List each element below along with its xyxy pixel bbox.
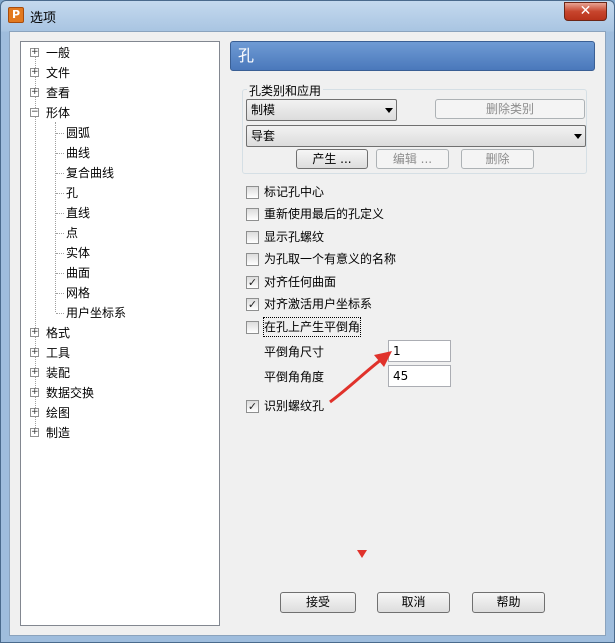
options-dialog: P 选项 ✕ + 一般 + 文件 + 查看 − 形体 圆弧 曲线 复合曲线 孔 … xyxy=(0,0,615,643)
tree-connector xyxy=(55,122,56,312)
collapse-icon[interactable]: − xyxy=(30,108,39,117)
tree-item-label: 点 xyxy=(66,226,79,240)
checkmark-icon[interactable]: ✓ xyxy=(246,276,259,289)
expand-icon[interactable]: + xyxy=(30,88,39,97)
options-tree[interactable]: + 一般 + 文件 + 查看 − 形体 圆弧 曲线 复合曲线 孔 直线 点 实体… xyxy=(20,41,220,626)
expand-icon[interactable]: + xyxy=(30,368,39,377)
tree-connector xyxy=(56,253,64,254)
checkbox-box[interactable] xyxy=(246,253,259,266)
application-select[interactable]: 导套 xyxy=(246,125,586,147)
checkbox-label: 显示孔螺纹 xyxy=(264,230,325,244)
annotation-triangle-icon xyxy=(357,550,367,558)
tree-connector xyxy=(56,273,64,274)
category-select[interactable]: 制模 xyxy=(246,99,397,121)
cancel-button[interactable]: 取消 xyxy=(377,592,450,613)
group-label: 孔类别和应用 xyxy=(247,82,324,99)
tree-connector xyxy=(56,313,64,314)
dialog-client-area: + 一般 + 文件 + 查看 − 形体 圆弧 曲线 复合曲线 孔 直线 点 实体… xyxy=(9,31,606,636)
category-select-value: 制模 xyxy=(251,103,276,117)
tree-item-surface[interactable]: 曲面 xyxy=(66,264,90,282)
tree-item-label: 圆弧 xyxy=(66,126,91,140)
window-title: 选项 xyxy=(30,11,57,26)
tree-item-label: 直线 xyxy=(66,206,91,220)
tree-item-label: 工具 xyxy=(46,346,71,360)
tree-item-label: 绘图 xyxy=(46,406,71,420)
checkbox-box[interactable] xyxy=(246,321,259,334)
tree-item-label: 制造 xyxy=(46,426,71,440)
edit-button[interactable]: 编辑 ... xyxy=(376,149,449,169)
tree-item-label: 复合曲线 xyxy=(66,166,115,180)
tree-item-label: 用户坐标系 xyxy=(66,306,127,320)
tree-item-hole[interactable]: 孔 xyxy=(66,184,78,202)
checkbox-label: 对齐任何曲面 xyxy=(264,275,337,289)
tree-item-line[interactable]: 直线 xyxy=(66,204,90,222)
panel-title: 孔 xyxy=(230,41,595,71)
tree-connector xyxy=(56,133,64,134)
checkbox-label: 对齐激活用户坐标系 xyxy=(264,297,373,311)
chevron-down-icon xyxy=(574,134,582,139)
tree-item-label: 曲线 xyxy=(66,146,91,160)
tree-item-solid[interactable]: 实体 xyxy=(66,244,90,262)
checkmark-icon[interactable]: ✓ xyxy=(246,400,259,413)
tree-item-label: 查看 xyxy=(46,86,71,100)
expand-icon[interactable]: + xyxy=(30,388,39,397)
tree-item-label: 形体 xyxy=(46,106,71,120)
tree-item-label: 实体 xyxy=(66,246,91,260)
tree-connector xyxy=(56,213,64,214)
tree-item-label: 格式 xyxy=(46,326,71,340)
checkbox-label: 重新使用最后的孔定义 xyxy=(264,207,385,221)
expand-icon[interactable]: + xyxy=(30,348,39,357)
tree-item-label: 曲面 xyxy=(66,266,91,280)
tree-connector xyxy=(56,173,64,174)
generate-button[interactable]: 产生 ... xyxy=(296,149,368,169)
tree-item-label: 孔 xyxy=(66,186,79,200)
checkbox-label: 标记孔中心 xyxy=(264,185,325,199)
delete-category-button[interactable]: 删除类别 xyxy=(435,99,585,119)
tree-connector xyxy=(56,193,64,194)
accept-button[interactable]: 接受 xyxy=(280,592,356,613)
tree-connector xyxy=(56,233,64,234)
tree-item-label: 网格 xyxy=(66,286,91,300)
chevron-down-icon xyxy=(385,108,393,113)
tree-connector xyxy=(56,293,64,294)
tree-item-curve[interactable]: 曲线 xyxy=(66,144,90,162)
tree-item-point[interactable]: 点 xyxy=(66,224,78,242)
expand-icon[interactable]: + xyxy=(30,48,39,57)
checkbox-box[interactable] xyxy=(246,186,259,199)
tree-item-label: 数据交换 xyxy=(46,386,95,400)
delete-button[interactable]: 删除 xyxy=(461,149,534,169)
checkbox-label: 为孔取一个有意义的名称 xyxy=(264,252,397,266)
tree-item-arc[interactable]: 圆弧 xyxy=(66,124,90,142)
tree-item-ucs[interactable]: 用户坐标系 xyxy=(66,304,126,322)
chamfer-angle-label: 平倒角角度 xyxy=(264,370,325,384)
checkbox-box[interactable] xyxy=(246,231,259,244)
expand-icon[interactable]: + xyxy=(30,328,39,337)
expand-icon[interactable]: + xyxy=(30,428,39,437)
checkbox-label: 在孔上产生平倒角 xyxy=(262,317,362,337)
expand-icon[interactable]: + xyxy=(30,68,39,77)
chamfer-size-label: 平倒角尺寸 xyxy=(264,345,325,359)
tree-item-label: 装配 xyxy=(46,366,71,380)
close-button[interactable]: ✕ xyxy=(564,2,607,21)
tree-item-label: 一般 xyxy=(46,46,71,60)
help-button[interactable]: 帮助 xyxy=(472,592,545,613)
annotation-arrow-icon xyxy=(329,351,392,404)
tree-item-mesh[interactable]: 网格 xyxy=(66,284,90,302)
checkbox-label: 识别螺纹孔 xyxy=(264,399,325,413)
expand-icon[interactable]: + xyxy=(30,408,39,417)
application-select-value: 导套 xyxy=(251,129,276,143)
title-bar[interactable]: P 选项 ✕ xyxy=(1,1,614,31)
checkbox-box[interactable] xyxy=(246,208,259,221)
tree-item-composite-curve[interactable]: 复合曲线 xyxy=(66,164,114,182)
tree-connector xyxy=(56,153,64,154)
app-logo-icon: P xyxy=(8,7,24,23)
tree-item-label: 文件 xyxy=(46,66,71,80)
checkmark-icon[interactable]: ✓ xyxy=(246,298,259,311)
